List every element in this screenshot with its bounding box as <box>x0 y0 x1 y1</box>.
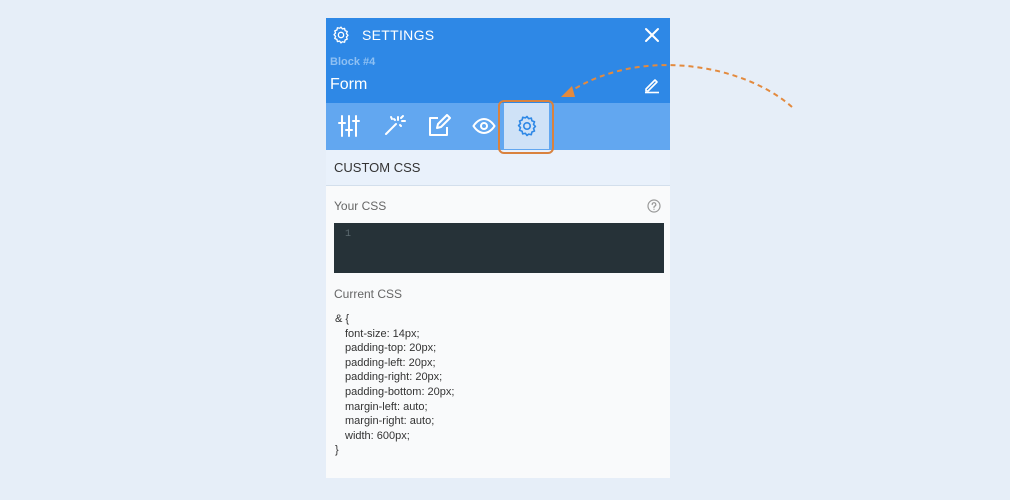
settings-toolbar <box>326 103 670 150</box>
current-css-code: & { font-size: 14px; padding-top: 20px; … <box>335 312 454 458</box>
tab-visibility[interactable] <box>461 103 506 149</box>
sliders-icon <box>337 115 360 137</box>
css-line: margin-right: auto; <box>345 415 435 428</box>
custom-css-section-header: CUSTOM CSS <box>326 150 670 186</box>
css-line: & { <box>335 313 350 325</box>
css-line: padding-bottom: 20px; <box>345 385 455 398</box>
css-code-editor[interactable]: 1 <box>334 223 664 273</box>
edit-square-icon <box>428 114 451 136</box>
gear-icon <box>517 115 536 137</box>
editor-line-number: 1 <box>345 229 352 240</box>
help-icon[interactable] <box>647 199 661 213</box>
tab-edit[interactable] <box>416 103 461 149</box>
current-css-label: Current CSS <box>334 287 403 301</box>
tab-sliders[interactable] <box>326 103 371 149</box>
css-line: padding-top: 20px; <box>345 342 437 355</box>
block-name: Form <box>330 76 368 93</box>
block-label: Block #4 <box>330 56 376 68</box>
eye-icon <box>471 117 496 135</box>
css-line: margin-left: auto; <box>345 400 428 413</box>
magic-wand-icon <box>384 115 406 135</box>
settings-header: SETTINGS Block #4 Form <box>326 18 670 103</box>
your-css-label: Your CSS <box>334 199 387 213</box>
tab-settings[interactable] <box>504 103 549 149</box>
css-line: width: 600px; <box>345 429 410 442</box>
css-line: font-size: 14px; <box>345 327 420 340</box>
close-icon[interactable] <box>643 26 661 44</box>
css-line: padding-left: 20px; <box>345 356 436 369</box>
gear-icon <box>333 26 349 44</box>
css-line: padding-right: 20px; <box>345 371 443 384</box>
settings-panel: SETTINGS Block #4 Form CUSTOM CSS Your C… <box>326 18 670 478</box>
pencil-icon[interactable] <box>643 76 661 94</box>
tab-magic[interactable] <box>371 103 416 149</box>
settings-title: SETTINGS <box>362 27 435 43</box>
css-line: } <box>335 444 339 457</box>
